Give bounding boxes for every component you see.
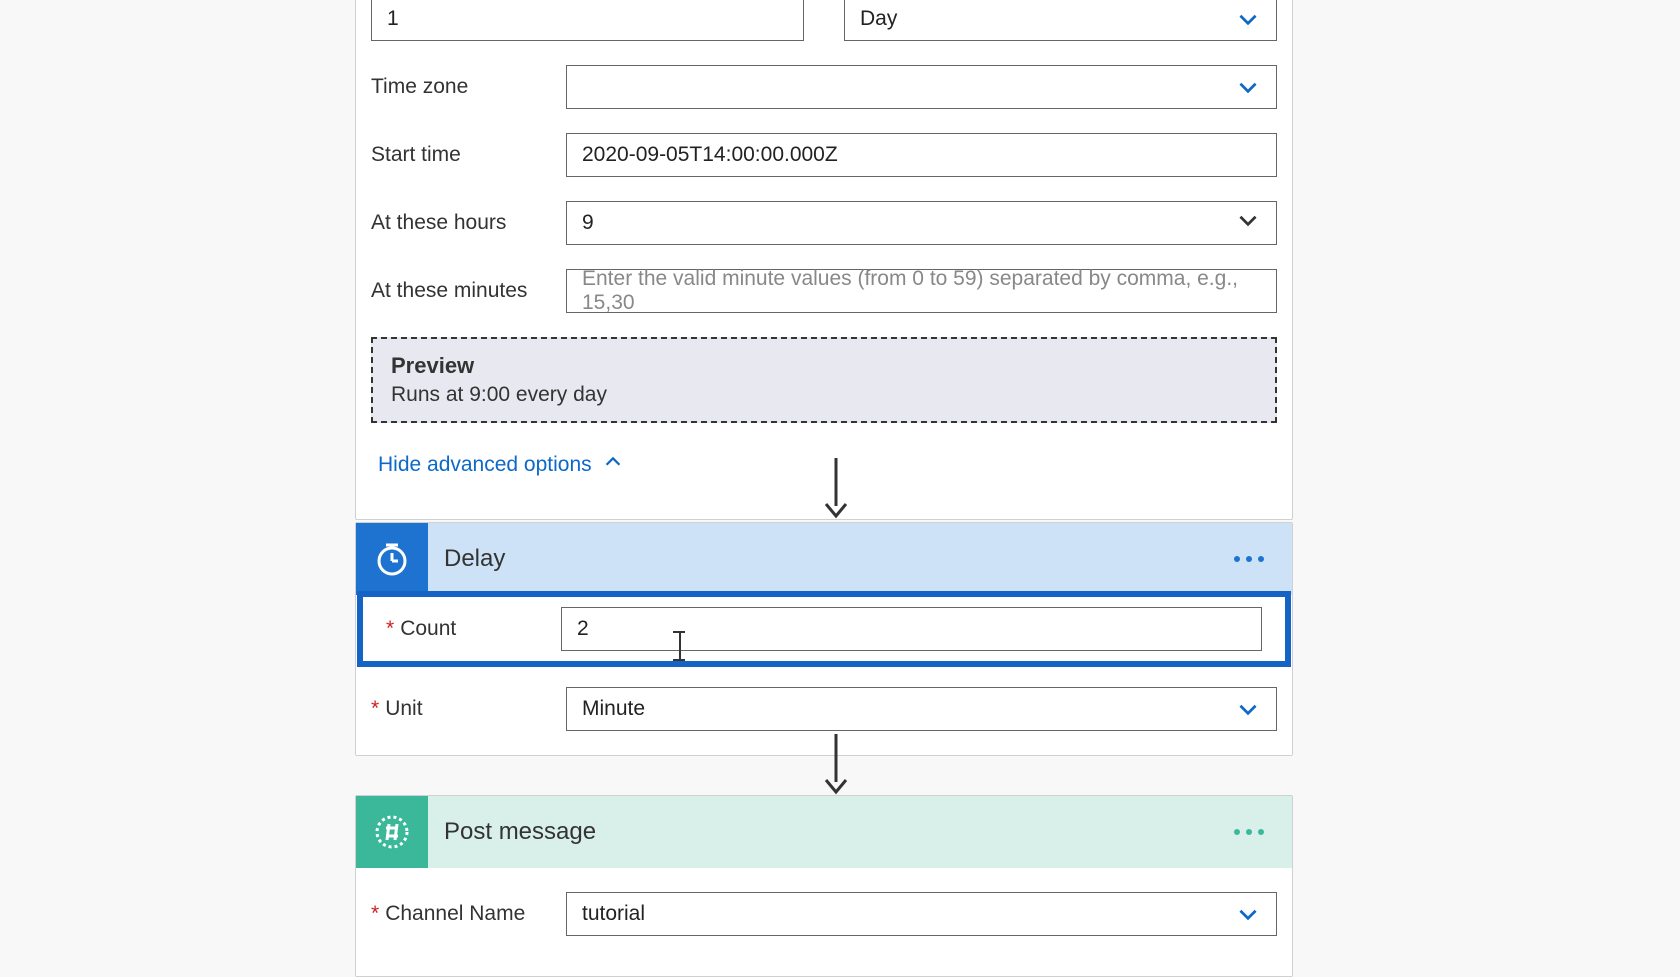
- count-row-highlight: *Count 2: [361, 595, 1287, 663]
- hours-label: At these hours: [371, 211, 566, 235]
- required-indicator: *: [386, 617, 394, 640]
- starttime-value: 2020-09-05T14:00:00.000Z: [582, 143, 1261, 167]
- timezone-select[interactable]: [566, 65, 1277, 109]
- minutes-input[interactable]: Enter the valid minute values (from 0 to…: [566, 269, 1277, 313]
- card-menu-button[interactable]: [1226, 821, 1272, 843]
- minutes-label: At these minutes: [371, 279, 566, 303]
- post-message-title: Post message: [444, 818, 1226, 846]
- starttime-label: Start time: [371, 143, 566, 167]
- count-label: *Count: [376, 617, 561, 641]
- post-message-card: Post message *Channel Name tutorial: [355, 795, 1293, 977]
- channel-name-label: *Channel Name: [371, 902, 566, 926]
- chevron-down-icon: [1235, 696, 1261, 722]
- text-cursor-icon: [679, 631, 681, 661]
- starttime-input[interactable]: 2020-09-05T14:00:00.000Z: [566, 133, 1277, 177]
- channel-name-value: tutorial: [582, 902, 1235, 926]
- hide-advanced-options-link[interactable]: Hide advanced options: [378, 451, 624, 479]
- unit-label: *Unit: [371, 697, 566, 721]
- frequency-select[interactable]: Day: [844, 0, 1277, 41]
- chevron-down-icon: [1235, 74, 1261, 100]
- delay-card-header[interactable]: Delay: [356, 523, 1292, 595]
- timezone-label: Time zone: [371, 75, 566, 99]
- hash-icon: [356, 796, 428, 868]
- chevron-up-icon: [602, 451, 624, 479]
- chevron-down-icon: [1235, 901, 1261, 927]
- delay-title: Delay: [444, 545, 1226, 573]
- hide-advanced-label: Hide advanced options: [378, 453, 592, 477]
- preview-box: Preview Runs at 9:00 every day: [371, 337, 1277, 423]
- unit-value: Minute: [582, 697, 1235, 721]
- minutes-placeholder: Enter the valid minute values (from 0 to…: [582, 267, 1261, 315]
- interval-input[interactable]: 1: [371, 0, 804, 41]
- hours-select[interactable]: 9: [566, 201, 1277, 245]
- post-message-card-header[interactable]: Post message: [356, 796, 1292, 868]
- recurrence-card: Interval 1 Frequency Day Time zone: [355, 0, 1293, 520]
- clock-icon: [356, 523, 428, 595]
- preview-text: Runs at 9:00 every day: [391, 383, 1257, 407]
- interval-value: 1: [387, 7, 788, 31]
- channel-name-select[interactable]: tutorial: [566, 892, 1277, 936]
- hours-value: 9: [582, 211, 1235, 235]
- chevron-down-icon: [1235, 207, 1261, 239]
- chevron-down-icon: [1235, 6, 1261, 32]
- preview-title: Preview: [391, 353, 1257, 379]
- count-value: 2: [577, 617, 1246, 641]
- unit-select[interactable]: Minute: [566, 687, 1277, 731]
- frequency-value: Day: [860, 7, 1235, 31]
- required-indicator: *: [371, 902, 379, 925]
- required-indicator: *: [371, 697, 379, 720]
- count-input[interactable]: 2: [561, 607, 1262, 651]
- delay-card: Delay *Count 2 *Unit Minute: [355, 522, 1293, 756]
- card-menu-button[interactable]: [1226, 548, 1272, 570]
